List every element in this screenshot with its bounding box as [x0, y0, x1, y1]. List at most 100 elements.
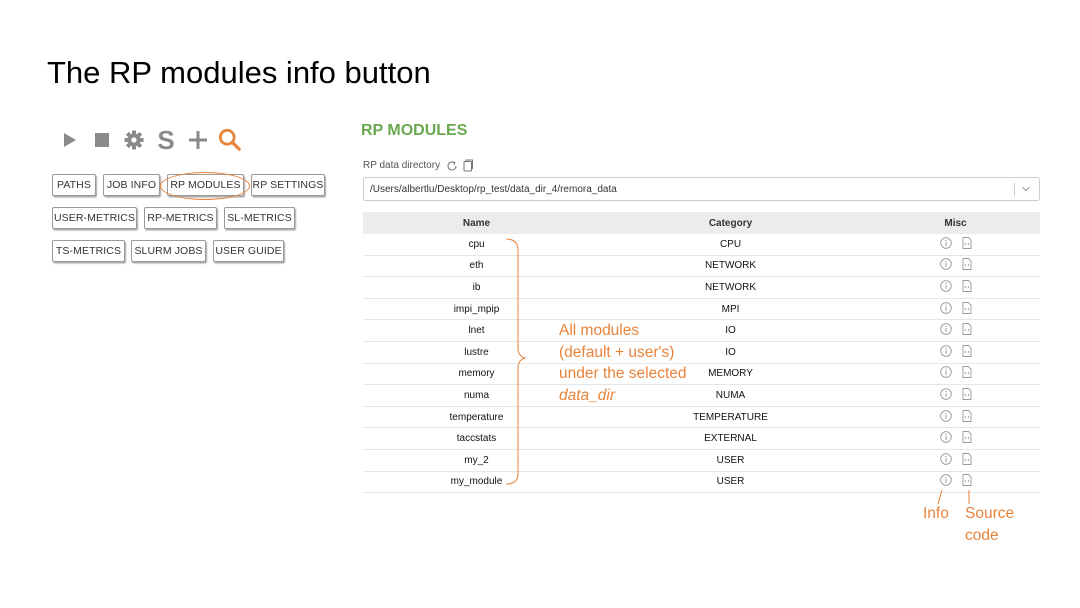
annotation-line-2: (default + user's) — [559, 343, 675, 361]
source-code-icon[interactable] — [962, 452, 972, 468]
source-code-icon[interactable] — [962, 388, 972, 403]
toolbar: S — [58, 124, 250, 156]
header-name: Name — [363, 212, 590, 234]
rp-settings-button[interactable]: RP SETTINGS — [251, 174, 325, 196]
dir-label-row: RP data directory — [363, 159, 474, 172]
refresh-icon[interactable] — [446, 160, 458, 172]
module-name: lustre — [363, 341, 590, 364]
module-category: EXTERNAL — [590, 427, 871, 450]
module-name: temperature — [363, 406, 590, 429]
info-annotation: Info — [923, 505, 949, 522]
source-code-icon[interactable] — [962, 258, 972, 273]
stop-icon[interactable] — [90, 128, 114, 152]
module-misc — [871, 255, 1040, 278]
module-category: USER — [590, 471, 871, 494]
source-code-icon[interactable] — [962, 431, 972, 446]
header-category: Category — [590, 212, 871, 234]
module-category: CPU — [590, 234, 871, 256]
copy-icon[interactable] — [462, 159, 474, 172]
dir-label: RP data directory — [363, 160, 441, 171]
source-code-icon[interactable] — [962, 474, 972, 489]
info-icon[interactable] — [939, 474, 952, 489]
source-annotation-line-2: code — [965, 526, 999, 544]
info-icon[interactable] — [939, 431, 952, 446]
search-icon[interactable] — [218, 128, 242, 152]
source-code-icon[interactable] — [962, 301, 972, 317]
module-name: ib — [363, 276, 590, 299]
module-misc — [871, 341, 1040, 364]
source-code-icon[interactable] — [962, 409, 972, 425]
info-icon[interactable] — [939, 237, 952, 252]
source-annotation-line-1: Source — [965, 505, 1015, 522]
table-row: ib NETWORK — [363, 276, 1040, 299]
annotation-line-3: under the selected — [559, 365, 687, 382]
paths-button[interactable]: PATHS — [52, 174, 96, 196]
table-row: my_2 USER — [363, 449, 1040, 472]
user-guide-button[interactable]: USER GUIDE — [213, 240, 284, 262]
slurm-jobs-button[interactable]: SLURM JOBS — [131, 240, 206, 262]
user-metrics-button[interactable]: USER-METRICS — [52, 207, 137, 229]
panel-title: RP MODULES — [361, 122, 468, 139]
data-dir-select[interactable]: /Users/albertlu/Desktop/rp_test/data_dir… — [363, 177, 1040, 201]
source-code-annotation: Source code — [965, 503, 1014, 546]
gear-icon[interactable] — [122, 128, 146, 152]
rp-modules-button[interactable]: RP MODULES — [167, 174, 244, 196]
source-code-icon[interactable] — [962, 323, 972, 338]
modules-table: Name Category Misc cpu CPU eth NETWORK ib NET… — [363, 212, 1040, 494]
info-icon[interactable] — [939, 409, 952, 425]
table-row: lnet IO — [363, 319, 1040, 342]
source-code-icon[interactable] — [962, 236, 972, 252]
sl-metrics-button[interactable]: SL-METRICS — [224, 207, 295, 229]
source-code-icon[interactable] — [962, 280, 972, 295]
module-category: NETWORK — [590, 255, 871, 278]
module-misc — [871, 234, 1040, 256]
info-icon[interactable] — [939, 301, 952, 317]
play-icon[interactable] — [58, 128, 82, 152]
s-icon[interactable]: S — [154, 127, 178, 153]
module-misc — [871, 471, 1040, 494]
select-separator — [1014, 183, 1015, 196]
table-row: taccstats EXTERNAL — [363, 427, 1040, 450]
info-icon[interactable] — [939, 323, 952, 338]
table-row: impi_mpip MPI — [363, 298, 1040, 321]
module-name: impi_mpip — [363, 298, 590, 321]
table-row: memory MEMORY — [363, 363, 1040, 386]
table-row: lustre IO — [363, 341, 1040, 364]
source-code-icon[interactable] — [962, 366, 972, 381]
ts-metrics-button[interactable]: TS-METRICS — [52, 240, 125, 262]
annotation-line-1: All modules — [559, 322, 640, 339]
source-code-icon[interactable] — [962, 344, 972, 360]
info-icon[interactable] — [939, 366, 952, 381]
module-name: taccstats — [363, 427, 590, 450]
info-icon[interactable] — [939, 345, 952, 360]
module-misc — [871, 427, 1040, 450]
plus-icon[interactable] — [186, 128, 210, 152]
module-name: cpu — [363, 234, 590, 256]
module-category: MPI — [590, 298, 871, 321]
module-name: memory — [363, 363, 590, 386]
module-name: eth — [363, 255, 590, 278]
modules-annotation: All modules (default + user's) under the… — [559, 320, 687, 406]
table-row: cpu CPU — [363, 234, 1040, 256]
info-icon[interactable] — [939, 258, 952, 273]
info-icon[interactable] — [939, 388, 952, 403]
module-category: TEMPERATURE — [590, 406, 871, 429]
module-category: NETWORK — [590, 276, 871, 299]
module-misc — [871, 276, 1040, 299]
job-info-button[interactable]: JOB INFO — [103, 174, 160, 196]
info-icon[interactable] — [939, 452, 952, 468]
data-dir-value: /Users/albertlu/Desktop/rp_test/data_dir… — [370, 183, 617, 195]
annotation-line-4: data_dir — [559, 386, 616, 404]
chevron-down-icon[interactable] — [1021, 185, 1031, 193]
header-misc: Misc — [871, 212, 1040, 234]
info-icon[interactable] — [939, 280, 952, 295]
module-misc — [871, 319, 1040, 342]
rp-metrics-button[interactable]: RP-METRICS — [144, 207, 217, 229]
module-misc — [871, 363, 1040, 386]
module-misc — [871, 298, 1040, 321]
slide-title: The RP modules info button — [47, 55, 431, 90]
module-name: my_module — [363, 471, 590, 494]
module-name: my_2 — [363, 449, 590, 472]
module-name: numa — [363, 384, 590, 407]
module-misc — [871, 384, 1040, 407]
